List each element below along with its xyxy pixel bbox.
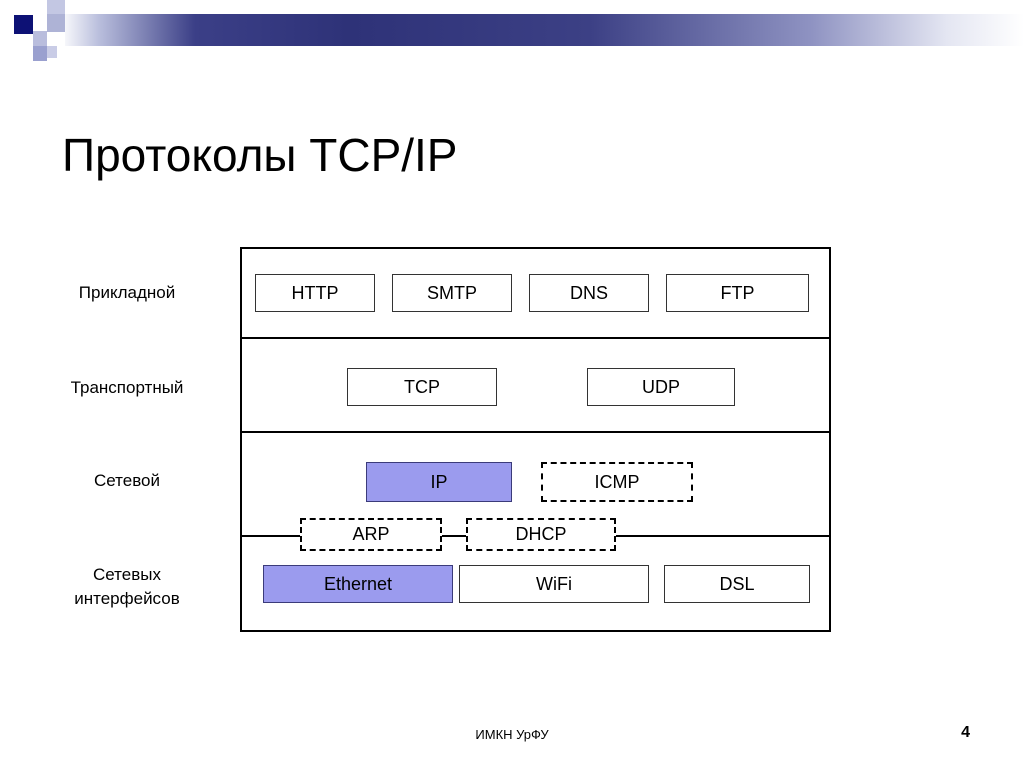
layer-label-network-interfaces-line1: Сетевых [93,565,161,584]
protocol-box-ethernet[interactable]: Ethernet [263,565,453,603]
layer-label-application: Прикладной [78,283,176,302]
protocol-box-http[interactable]: HTTP [255,274,375,312]
layer-label-transport: Транспортный [70,378,184,397]
protocol-box-tcp[interactable]: TCP [347,368,497,406]
footer-institution-label: ИМКН УрФУ [475,727,549,742]
protocol-stack-diagram: Прикладной Транспортный Сетевой Сетевых … [0,0,1024,768]
protocol-box-ftp[interactable]: FTP [666,274,809,312]
protocol-box-smtp[interactable]: SMTP [392,274,512,312]
protocol-box-icmp[interactable]: ICMP [541,462,693,502]
protocol-box-ip[interactable]: IP [366,462,512,502]
protocol-box-dns[interactable]: DNS [529,274,649,312]
page-number: 4 [961,724,970,741]
protocol-box-wifi[interactable]: WiFi [459,565,649,603]
protocol-box-arp[interactable]: ARP [300,518,442,551]
connector-line-right [614,535,831,536]
layer-divider-transport-network [240,431,831,433]
protocol-box-dsl[interactable]: DSL [664,565,810,603]
protocol-box-udp[interactable]: UDP [587,368,735,406]
layer-label-network-interfaces: Сетевых интерфейсов [22,563,232,611]
protocol-box-dhcp[interactable]: DHCP [466,518,616,551]
layer-divider-application-transport [240,337,831,339]
layer-label-network-interfaces-line2: интерфейсов [74,589,180,608]
layer-label-network: Сетевой [93,471,160,490]
connector-line-left [240,535,302,536]
connector-line-middle [440,535,468,536]
